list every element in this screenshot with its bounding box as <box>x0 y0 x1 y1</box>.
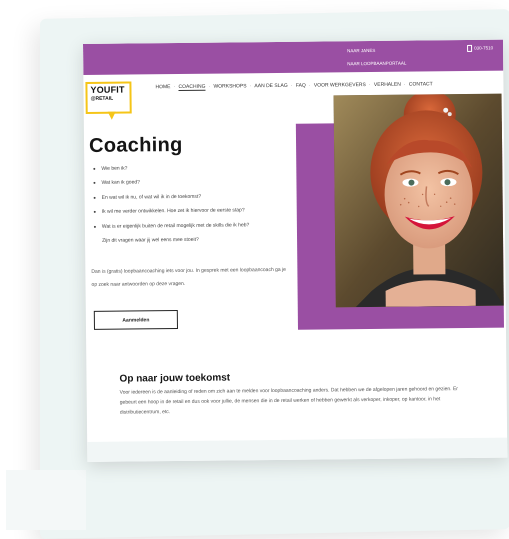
phone-number: 030-7510 <box>474 45 494 51</box>
logo-text-secondary: @RETAIL <box>90 95 114 102</box>
nav-item-workshops[interactable]: WORKSHOPS <box>214 83 247 89</box>
nav-separator: · <box>249 83 252 90</box>
website-preview: NAAR JANES NAAR LOOPBAANPORTAAL 030-7510… <box>83 39 508 462</box>
backdrop-shape <box>6 470 86 530</box>
nav-item-faq[interactable]: FAQ <box>296 83 306 89</box>
nav-item-aan-de-slag[interactable]: AAN DE SLAG <box>254 83 287 89</box>
logo-speech-tail <box>107 111 116 120</box>
nav-separator: · <box>290 82 293 89</box>
portrait-illustration <box>333 93 504 308</box>
topbar-link-janes[interactable]: NAAR JANES <box>347 48 375 53</box>
topbar-phone[interactable]: 030-7510 <box>467 44 494 52</box>
nav-separator: · <box>308 82 311 89</box>
top-bar: NAAR JANES NAAR LOOPBAANPORTAAL 030-7510 <box>83 39 504 75</box>
question-list: Wie ben ik? Wat kan ik goed? En wat wil … <box>92 164 303 253</box>
list-continuation: Zijn dit vragen waar jij wel eens mee st… <box>102 236 199 244</box>
hero-photo <box>333 93 504 308</box>
intro-text: Dan is (gratis) loopbaancoaching iets vo… <box>91 266 286 288</box>
nav-separator: · <box>208 83 211 90</box>
nav-item-coaching[interactable]: COACHING <box>178 83 206 92</box>
main-nav: HOME · COACHING · WORKSHOPS · AAN DE SLAG · … <box>155 81 433 92</box>
phone-icon <box>467 44 473 52</box>
nav-separator: · <box>403 81 406 88</box>
nav-separator: · <box>368 81 371 89</box>
nav-item-verhalen[interactable]: VERHALEN <box>374 82 401 88</box>
page-title: Coaching <box>88 133 183 157</box>
section-text: Voor iedereen is de aanleiding of reden … <box>119 386 458 416</box>
nav-separator: · <box>173 84 176 91</box>
nav-item-contact[interactable]: CONTACT <box>409 81 433 87</box>
nav-item-home[interactable]: HOME <box>155 84 170 90</box>
logo-text-primary: YOUFIT <box>90 84 125 95</box>
nav-item-werkgevers[interactable]: VOOR WERKGEVERS <box>314 82 366 89</box>
site-logo[interactable]: YOUFIT @RETAIL <box>85 81 135 122</box>
register-button[interactable]: Aanmelden <box>93 310 178 330</box>
topbar-link-portal[interactable]: NAAR LOOPBAANPORTAAL <box>347 61 406 67</box>
section-title: Op naar jouw toekomst <box>119 372 231 385</box>
